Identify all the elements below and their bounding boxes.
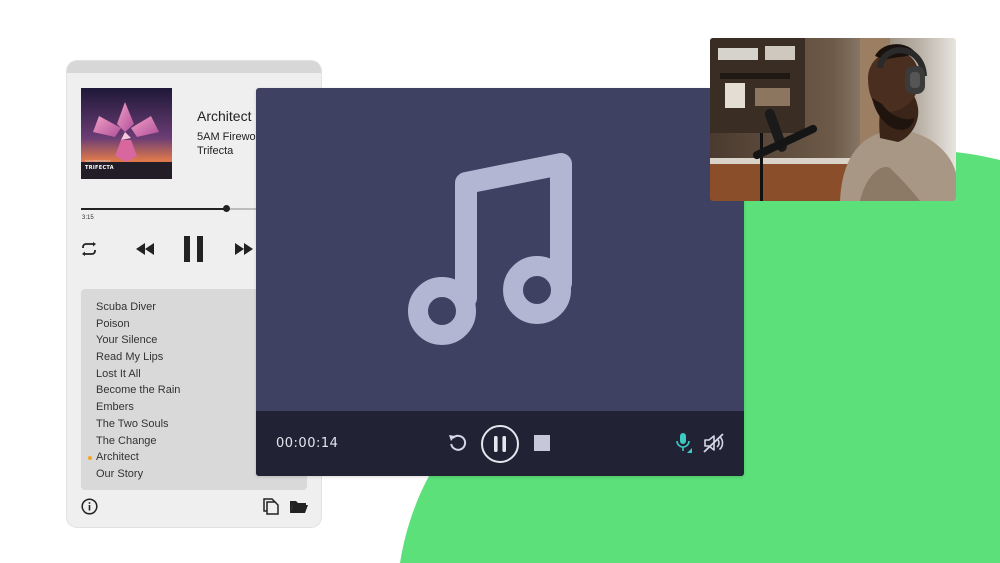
speaker-muted-icon — [703, 433, 724, 453]
pause-button[interactable] — [180, 234, 208, 264]
progress-knob[interactable] — [222, 205, 230, 212]
restart-icon — [449, 434, 467, 451]
progress-fill — [81, 208, 226, 210]
album-art-title: TRIFECTA — [85, 165, 114, 171]
info-icon — [80, 497, 98, 515]
album-art-artist: 5AM FIREWORKS — [85, 159, 111, 163]
open-folder-icon — [289, 500, 308, 513]
recorder-window: 00:00:14 — [256, 88, 744, 476]
restart-button[interactable] — [447, 432, 469, 454]
pause-circle-icon — [481, 425, 519, 463]
recorder-control-bar: 00:00:14 — [256, 411, 744, 476]
recording-timer: 00:00:14 — [276, 436, 339, 451]
rewind-button[interactable] — [134, 239, 156, 259]
microphone-button[interactable] — [674, 432, 694, 454]
speaker-muted-button[interactable] — [703, 432, 725, 454]
info-button[interactable] — [80, 497, 98, 515]
player-title-bar[interactable] — [67, 61, 321, 73]
webcam-preview — [710, 38, 956, 201]
pause-icon — [184, 236, 203, 262]
fast-forward-icon — [235, 243, 253, 255]
fast-forward-button[interactable] — [233, 239, 255, 259]
microphone-icon — [676, 433, 692, 453]
copy-file-button[interactable] — [262, 497, 280, 515]
track-title: Architect — [197, 108, 252, 124]
album-art: 5AM FIREWORKS TRIFECTA — [81, 88, 172, 179]
pause-circle-button[interactable] — [480, 424, 520, 464]
elapsed-time: 3:15 — [82, 215, 94, 221]
webcam-image — [710, 38, 956, 201]
stop-icon — [534, 435, 550, 451]
rewind-icon — [136, 243, 154, 255]
copy-file-icon — [263, 497, 279, 515]
music-note-icon — [408, 153, 572, 345]
open-folder-button[interactable] — [288, 497, 308, 515]
stop-button[interactable] — [532, 433, 552, 453]
track-album: Trifecta — [197, 145, 234, 157]
repeat-icon — [82, 242, 96, 256]
repeat-button[interactable] — [79, 239, 99, 259]
track-artist: 5AM Firewo — [197, 131, 256, 143]
